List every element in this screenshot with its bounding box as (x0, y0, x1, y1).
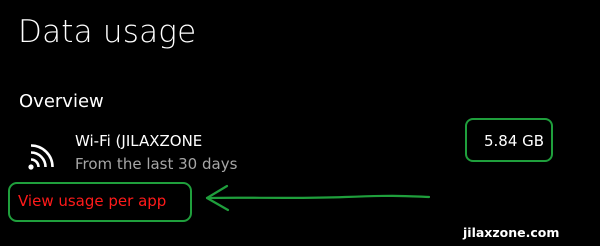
page-title: Data usage (18, 14, 197, 50)
network-name: Wi-Fi (JILAXZONE (75, 132, 203, 150)
network-period: From the last 30 days (75, 155, 238, 173)
usage-highlight-outline (465, 118, 553, 162)
annotation-arrow (205, 184, 430, 212)
link-highlight-outline (8, 182, 192, 222)
wifi-icon (28, 144, 54, 170)
overview-header: Overview (19, 91, 104, 112)
watermark: jilaxzone.com (463, 225, 560, 240)
